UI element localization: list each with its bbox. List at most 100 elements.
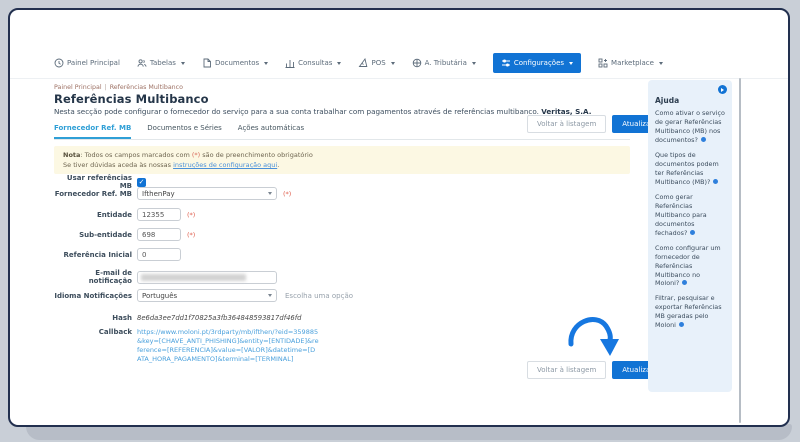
breadcrumb-item-referencias-multibanco[interactable]: Referências Multibanco bbox=[110, 84, 183, 91]
form-row-callback: Callback https://www.moloni.pt/3rdparty/… bbox=[54, 328, 319, 364]
annotation-arrow-icon bbox=[568, 317, 619, 356]
chevron-down-icon bbox=[268, 192, 272, 195]
hash-label: Hash bbox=[112, 314, 132, 322]
required-mark: (*) bbox=[283, 189, 292, 198]
back-to-list-button[interactable]: Voltar à listagem bbox=[527, 361, 607, 379]
tab-bar: Fornecedor Ref. MB Documentos e Séries A… bbox=[54, 124, 630, 140]
help-panel: Ajuda Como ativar o serviço de gerar Ref… bbox=[648, 80, 732, 392]
provider-label: Fornecedor Ref. MB bbox=[54, 189, 132, 198]
tax-compass-icon bbox=[412, 58, 422, 68]
chevron-down-icon bbox=[658, 61, 663, 65]
bottom-actions: Voltar à listagem Atualizar bbox=[527, 361, 664, 379]
form-row-hash: Hash 8e6da3ee7dd1f70825a3fb364848593817d… bbox=[54, 314, 301, 322]
help-link-text: Que tipos de documentos podem ter Referê… bbox=[655, 150, 719, 186]
configuration-instructions-link[interactable]: instruções de configuração aqui bbox=[173, 161, 277, 169]
entity-input[interactable] bbox=[137, 208, 181, 221]
initial-reference-label: Referência Inicial bbox=[63, 250, 132, 259]
note-line-1: Nota: Todos os campos marcados com (*) s… bbox=[63, 151, 313, 159]
help-link-text: Filtrar, pesquisar e exportar Referência… bbox=[655, 294, 722, 330]
screenshot-stage: Painel Principal Tabelas Documentos Cons… bbox=[0, 0, 800, 442]
tab-documentos-e-series[interactable]: Documentos e Séries bbox=[147, 124, 221, 139]
notification-language-label: Idioma Notificações bbox=[54, 291, 132, 300]
info-icon bbox=[700, 136, 706, 142]
redacted-email-value bbox=[141, 273, 246, 281]
required-mark: (*) bbox=[187, 210, 196, 219]
pos-ruler-icon bbox=[358, 58, 368, 68]
tab-fornecedor-ref-mb[interactable]: Fornecedor Ref. MB bbox=[54, 124, 132, 139]
chevron-down-icon bbox=[471, 61, 476, 65]
hash-value: 8e6da3ee7dd1f70825a3fb364848593817df46fd bbox=[137, 314, 302, 322]
form-row-notification-email: E-mail de notificação bbox=[54, 269, 277, 285]
people-icon bbox=[137, 58, 147, 68]
page-title: Referências Multibanco bbox=[54, 92, 209, 106]
dashboard-clock-icon bbox=[54, 58, 64, 68]
nav-label: Consultas bbox=[298, 59, 333, 67]
info-icon bbox=[713, 178, 719, 184]
nav-item-painel-principal[interactable]: Painel Principal bbox=[54, 58, 120, 68]
help-link-text: Como ativar o serviço de gerar Referênci… bbox=[655, 109, 725, 144]
initial-reference-input[interactable] bbox=[137, 248, 181, 261]
callback-url-link[interactable]: https://www.moloni.pt/3rdparty/mb/ifthen… bbox=[137, 328, 319, 364]
form-row-notification-language: Idioma Notificações Português Escolha um… bbox=[54, 289, 353, 302]
notification-email-input[interactable] bbox=[137, 270, 277, 284]
callback-label: Callback bbox=[98, 328, 132, 336]
help-link[interactable]: Que tipos de documentos podem ter Referê… bbox=[655, 151, 725, 187]
nav-item-marketplace[interactable]: Marketplace bbox=[598, 58, 663, 68]
help-link[interactable]: Como ativar o serviço de gerar Referênci… bbox=[655, 109, 725, 145]
use-mb-checkbox[interactable]: ✓ bbox=[137, 177, 146, 187]
document-icon bbox=[202, 58, 212, 68]
help-link[interactable]: Como configurar um fornecedor de Referên… bbox=[655, 244, 725, 289]
entity-label: Entidade bbox=[96, 210, 132, 219]
nav-item-pos[interactable]: POS bbox=[358, 58, 395, 68]
nav-label: Painel Principal bbox=[67, 59, 120, 67]
language-helper-text: Escolha uma opção bbox=[285, 291, 354, 300]
nav-label: Marketplace bbox=[611, 59, 654, 67]
breadcrumb: Painel Principal | Referências Multibanco bbox=[54, 84, 183, 91]
required-mark: (*) bbox=[191, 151, 201, 159]
subentity-label: Sub-entidade bbox=[79, 230, 132, 239]
notification-email-label: E-mail de notificação bbox=[88, 269, 132, 285]
breadcrumb-item-painel-principal[interactable]: Painel Principal bbox=[54, 84, 102, 91]
nav-label: POS bbox=[371, 59, 386, 67]
nav-label: Tabelas bbox=[149, 59, 176, 67]
nav-item-configuracoes[interactable]: Configurações bbox=[492, 53, 582, 73]
sliders-icon bbox=[501, 58, 511, 68]
subtitle-text: Nesta secção pode configurar o fornecedo… bbox=[54, 107, 539, 116]
nav-item-tabelas[interactable]: Tabelas bbox=[137, 58, 185, 68]
form-row-entity: Entidade (*) bbox=[54, 208, 195, 221]
help-link[interactable]: Como gerar Referências Multibanco para d… bbox=[655, 193, 725, 238]
note-box: Nota: Todos os campos marcados com (*) s… bbox=[54, 146, 630, 175]
chevron-down-icon bbox=[264, 61, 269, 65]
help-link-text: Como gerar Referências Multibanco para d… bbox=[655, 192, 707, 237]
arrow-right-icon bbox=[721, 87, 724, 92]
chevron-down-icon bbox=[268, 294, 272, 297]
language-selected-value: Português bbox=[142, 291, 178, 300]
form-row-initial-reference: Referência Inicial bbox=[54, 248, 181, 261]
chevron-down-icon bbox=[390, 61, 395, 65]
nav-label: Documentos bbox=[214, 59, 260, 67]
required-mark: (*) bbox=[187, 230, 196, 239]
breadcrumb-separator: | bbox=[104, 84, 107, 91]
nav-divider bbox=[10, 78, 788, 79]
nav-item-consultas[interactable]: Consultas bbox=[285, 58, 342, 68]
nav-item-documentos[interactable]: Documentos bbox=[202, 58, 269, 68]
info-icon bbox=[690, 229, 696, 235]
chevron-down-icon bbox=[180, 61, 185, 65]
tab-acoes-automaticas[interactable]: Ações automáticas bbox=[238, 124, 304, 139]
app-window: Painel Principal Tabelas Documentos Cons… bbox=[8, 8, 790, 427]
chevron-down-icon bbox=[569, 61, 574, 65]
nav-label: A. Tributária bbox=[424, 59, 467, 67]
help-link[interactable]: Filtrar, pesquisar e exportar Referência… bbox=[655, 294, 725, 330]
vertical-scrollbar[interactable] bbox=[739, 78, 741, 423]
help-title: Ajuda bbox=[655, 96, 680, 105]
marketplace-grid-icon bbox=[598, 58, 608, 68]
subentity-input[interactable] bbox=[137, 228, 181, 241]
notification-language-select[interactable]: Português bbox=[137, 289, 277, 302]
provider-select[interactable]: IfthenPay bbox=[137, 187, 277, 200]
help-collapse-button[interactable] bbox=[718, 85, 727, 94]
info-icon bbox=[682, 280, 688, 286]
chevron-down-icon bbox=[337, 61, 342, 65]
main-nav: Painel Principal Tabelas Documentos Cons… bbox=[54, 52, 663, 74]
nav-item-a-tributaria[interactable]: A. Tributária bbox=[412, 58, 476, 68]
bar-chart-icon bbox=[285, 58, 295, 68]
